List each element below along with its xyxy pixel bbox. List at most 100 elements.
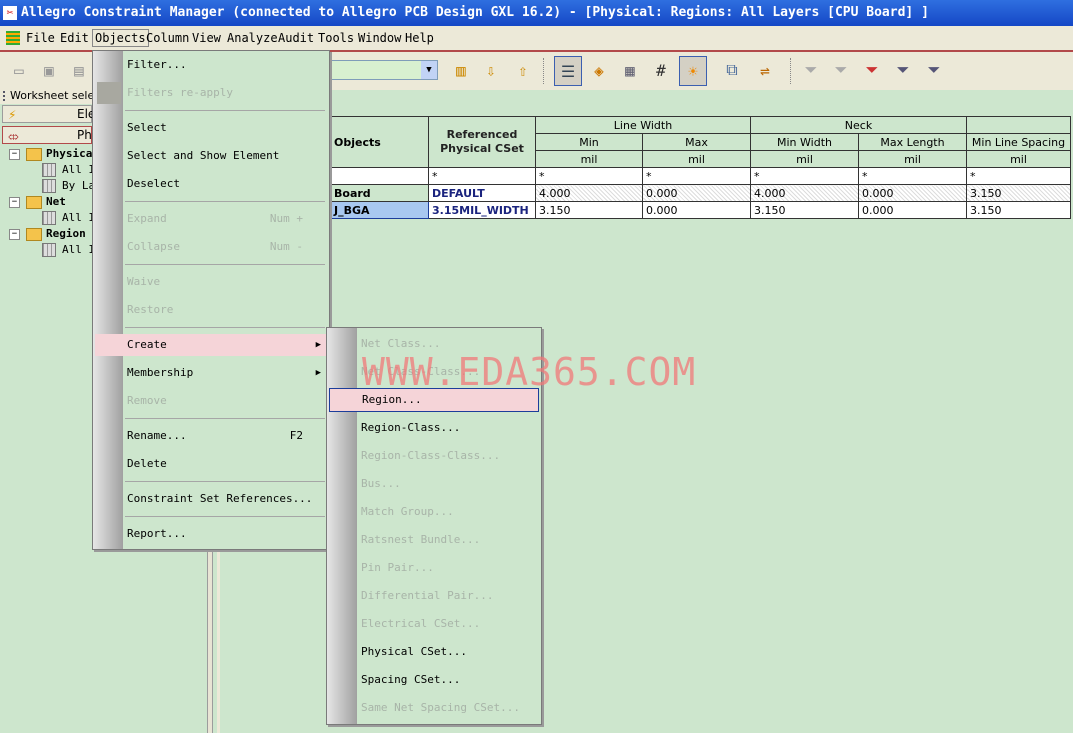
cset-cell[interactable]: 3.15MIL_WIDTH <box>428 201 536 219</box>
toolbar-combo[interactable]: ▼ <box>330 60 438 80</box>
save-icon[interactable]: ▣ <box>36 56 62 84</box>
menu-item-create[interactable]: Create ▶ <box>95 334 327 356</box>
menu-item-membership[interactable]: Membership ▶ <box>95 362 327 384</box>
menu-analyze[interactable]: Analyze <box>225 30 280 46</box>
window-title: Allegro Constraint Manager (connected to… <box>21 5 929 20</box>
worksheet-icon <box>42 211 56 225</box>
menu-column[interactable]: Column <box>144 30 191 46</box>
filter-options-icon[interactable]: ⏷ <box>921 56 947 84</box>
menu-item-select[interactable]: Select <box>95 117 327 139</box>
menu-file[interactable]: File <box>24 30 57 46</box>
header-neck[interactable]: Neck <box>750 116 967 134</box>
cset-cell[interactable]: DEFAULT <box>428 184 536 202</box>
hash-icon[interactable]: # <box>648 56 674 84</box>
menu-view[interactable]: View <box>190 30 223 46</box>
menu-item-report[interactable]: Report... <box>95 523 327 545</box>
tree-node-physical[interactable]: − Physica <box>9 147 92 161</box>
print-icon[interactable]: ▤ <box>66 56 92 84</box>
value-cell[interactable]: 3.150 <box>750 201 859 219</box>
menu-audit[interactable]: Audit <box>276 30 316 46</box>
tab-physical[interactable]: ⤄ Ph <box>2 126 92 144</box>
physical-icon: ⤄ <box>8 129 19 143</box>
filter-cell[interactable]: * <box>535 167 643 185</box>
value-cell[interactable]: 3.150 <box>966 201 1071 219</box>
column-bars-icon[interactable]: ▥ <box>448 56 474 84</box>
worksheet-list-icon[interactable]: ☰ <box>554 56 582 86</box>
menu-separator <box>125 264 325 265</box>
header-line-width[interactable]: Line Width <box>535 116 751 134</box>
value-cell[interactable]: 3.150 <box>966 184 1071 202</box>
filter-cell[interactable]: * <box>858 167 967 185</box>
value-cell[interactable]: 4.000 <box>750 184 859 202</box>
value-cell[interactable]: 3.150 <box>535 201 643 219</box>
chevron-down-icon[interactable]: ▼ <box>421 61 437 79</box>
collapse-toggle-icon[interactable]: − <box>9 148 20 160</box>
object-cell[interactable]: J_BGA <box>330 201 429 219</box>
menu-item-same-net-spacing-cset: Same Net Spacing CSet... <box>361 701 520 714</box>
tree-node-region[interactable]: − Region <box>9 227 86 241</box>
open-icon[interactable]: ▭ <box>6 56 32 84</box>
header-min-line-spacing[interactable]: Min Line Spacing <box>966 133 1071 151</box>
header-max[interactable]: Max <box>642 133 751 151</box>
menu-item-physical-cset[interactable]: Physical CSet... <box>329 641 539 663</box>
header-min[interactable]: Min <box>535 133 643 151</box>
filter-cell[interactable]: * <box>966 167 1071 185</box>
object-cell[interactable]: Board <box>330 184 429 202</box>
menu-item-pin-pair: Pin Pair... <box>361 561 434 574</box>
menu-separator <box>125 327 325 328</box>
tab-electrical[interactable]: ⚡ Ele <box>2 105 95 123</box>
header-ref-cset[interactable]: Referenced Physical CSet <box>428 116 536 168</box>
menu-item-region-class[interactable]: Region-Class... <box>329 417 539 439</box>
document-icon <box>6 31 20 45</box>
tree-item-all-layers[interactable]: All I <box>42 163 95 177</box>
collapse-toggle-icon[interactable]: − <box>9 196 20 208</box>
header-min-width[interactable]: Min Width <box>750 133 859 151</box>
menu-help[interactable]: Help <box>403 30 436 46</box>
value-cell[interactable]: 0.000 <box>642 184 751 202</box>
value-cell[interactable]: 0.000 <box>858 184 967 202</box>
tree-item-net-all[interactable]: All I <box>42 211 95 225</box>
tree-item-region-all[interactable]: All I <box>42 243 95 257</box>
filter-cell[interactable]: * <box>750 167 859 185</box>
header-max-length[interactable]: Max Length <box>858 133 967 151</box>
toolbar-separator <box>790 58 793 84</box>
unit-cell: mil <box>858 150 967 168</box>
value-cell[interactable]: 0.000 <box>858 201 967 219</box>
table-row[interactable]: Board DEFAULT 4.000 0.000 4.000 0.000 3.… <box>330 184 1071 202</box>
value-cell[interactable]: 0.000 <box>642 201 751 219</box>
table-row[interactable]: J_BGA 3.15MIL_WIDTH 3.150 0.000 3.150 0.… <box>330 201 1071 219</box>
filters-reapply-icon <box>97 82 121 104</box>
menu-item-rename[interactable]: Rename... F2 <box>95 425 327 447</box>
connect-icon[interactable]: ⇌ <box>752 56 778 84</box>
menu-item-spacing-cset[interactable]: Spacing CSet... <box>329 669 539 691</box>
tree-node-net[interactable]: − Net <box>9 195 66 209</box>
menu-item-filter[interactable]: Filter... <box>95 54 327 76</box>
menu-item-deselect[interactable]: Deselect <box>95 173 327 195</box>
menu-tools[interactable]: Tools <box>316 30 356 46</box>
menu-item-cset-references[interactable]: Constraint Set References... <box>95 488 327 510</box>
menu-item-select-show[interactable]: Select and Show Element <box>95 145 327 167</box>
bookmark-up-icon[interactable]: ⇧ <box>510 56 536 84</box>
menu-window[interactable]: Window <box>356 30 403 46</box>
grid-icon[interactable]: ▦ <box>617 56 643 84</box>
tree-item-by-layer[interactable]: By La <box>42 179 95 193</box>
filter-icon[interactable]: ⏷ <box>798 56 824 84</box>
filter-cell[interactable] <box>330 167 429 185</box>
tag-icon[interactable]: ◈ <box>586 56 612 84</box>
menu-item-delete[interactable]: Delete <box>95 453 327 475</box>
collapse-toggle-icon[interactable]: − <box>9 228 20 240</box>
copy-icon[interactable]: ⧉ <box>719 56 745 84</box>
header-spacing-group <box>966 116 1071 134</box>
filter-cell[interactable]: * <box>428 167 536 185</box>
menu-edit[interactable]: Edit <box>58 30 91 46</box>
bookmark-down-icon[interactable]: ⇩ <box>478 56 504 84</box>
menu-objects[interactable]: Objects <box>92 29 149 47</box>
value-cell[interactable]: 4.000 <box>535 184 643 202</box>
filter-clear-icon[interactable]: ⏷ <box>828 56 854 84</box>
filter-remove-icon[interactable]: ⏷ <box>859 56 885 84</box>
sun-icon[interactable]: ☀ <box>679 56 707 86</box>
header-objects[interactable]: Objects <box>330 116 429 168</box>
filter-select-icon[interactable]: ⏷ <box>890 56 916 84</box>
filter-cell[interactable]: * <box>642 167 751 185</box>
submenu-arrow-icon: ▶ <box>315 368 321 378</box>
